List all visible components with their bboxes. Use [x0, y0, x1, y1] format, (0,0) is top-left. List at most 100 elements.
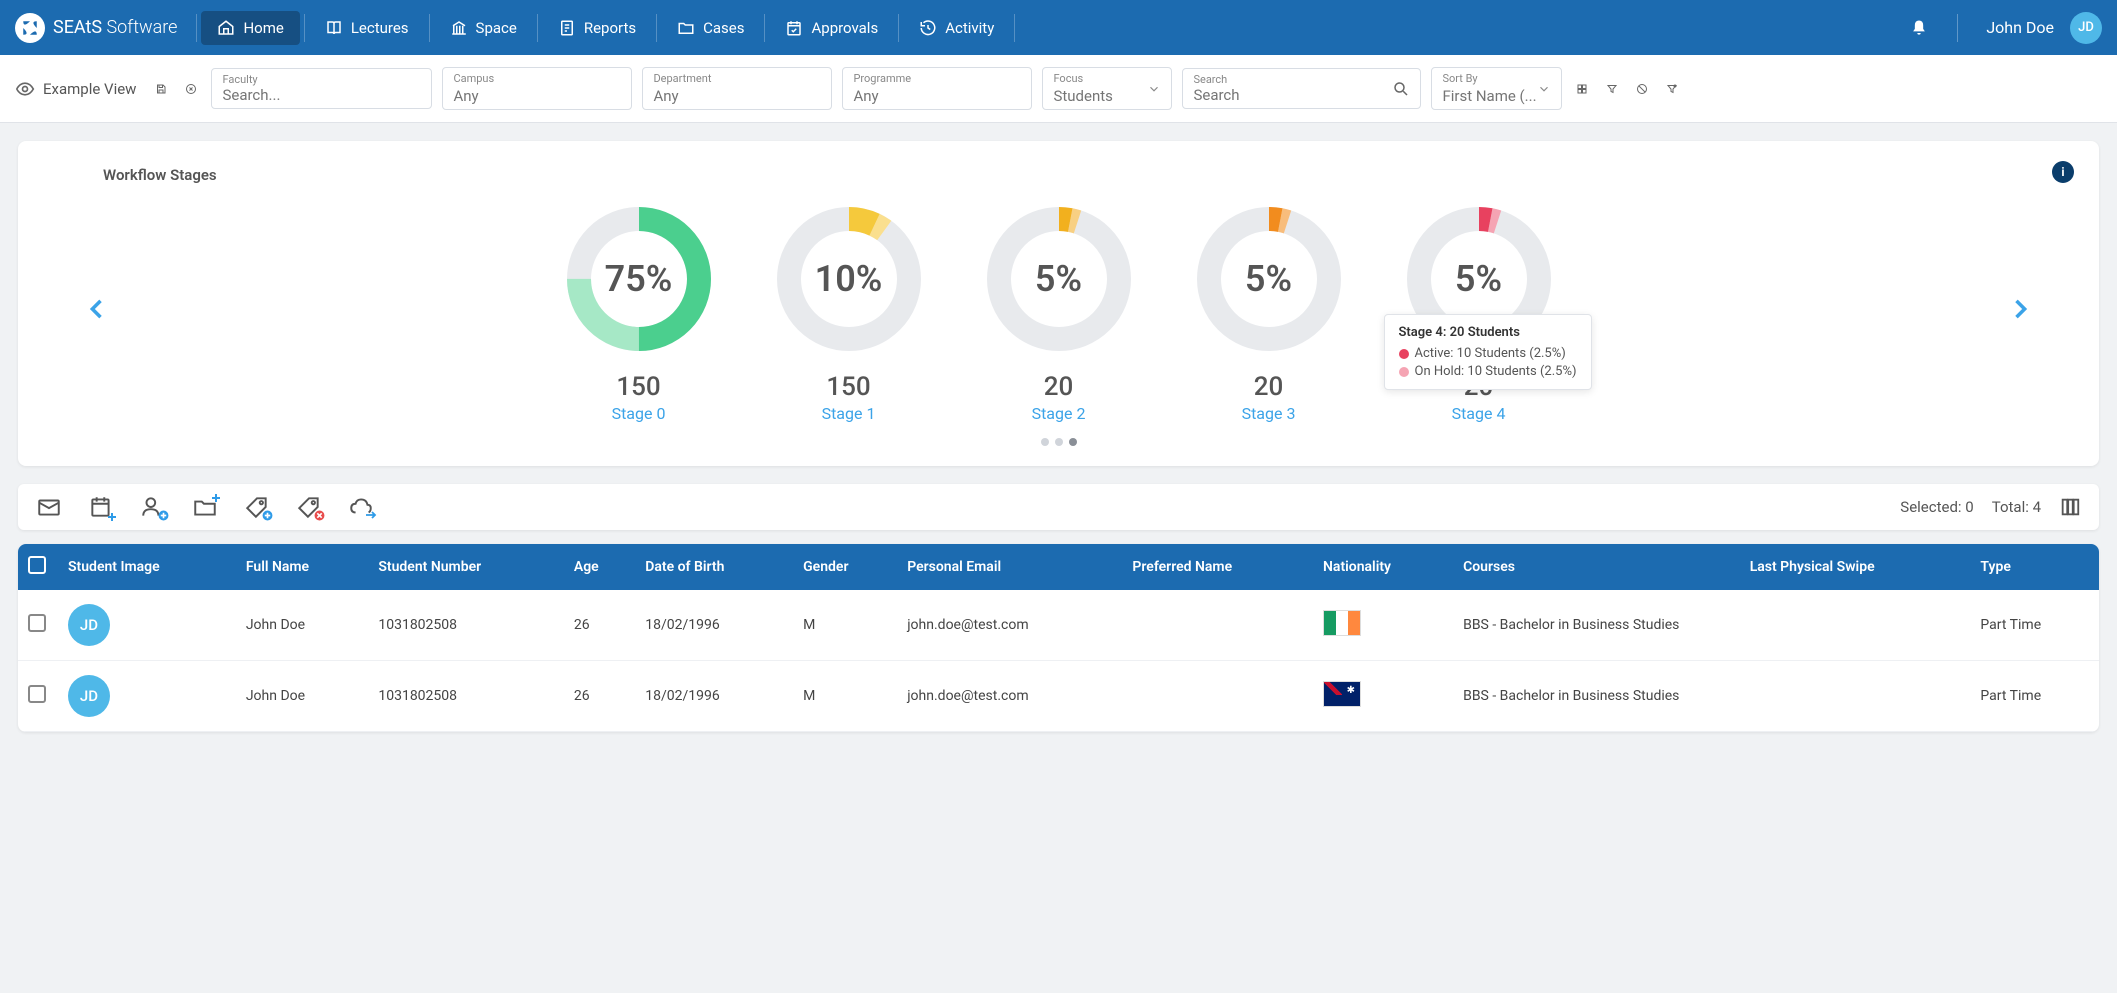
main-nav: Home Lectures Space Reports Cases Approv… — [201, 11, 1019, 45]
cell-type: Part Time — [1970, 661, 2099, 732]
cell-nationality — [1313, 661, 1453, 732]
search-input[interactable] — [1193, 86, 1392, 104]
stage-0[interactable]: 75% 150 Stage 0 — [554, 194, 724, 423]
col-header[interactable]: Age — [564, 544, 635, 590]
cell-type: Part Time — [1970, 590, 2099, 661]
grid-icon[interactable] — [1572, 79, 1592, 99]
cell-pref — [1122, 590, 1313, 661]
calendar-add-icon[interactable] — [88, 494, 114, 520]
student-avatar: JD — [68, 675, 110, 717]
department-filter[interactable]: Department Any — [642, 67, 832, 110]
tag-remove-icon[interactable] — [296, 494, 322, 520]
user-avatar[interactable]: JD — [2070, 12, 2102, 44]
cell-nationality — [1313, 590, 1453, 661]
col-header[interactable]: Nationality — [1313, 544, 1453, 590]
filter-bar: Example View Faculty Campus Any Departme… — [0, 55, 2117, 123]
nav-cases[interactable]: Cases — [661, 11, 760, 45]
stage-count: 20 — [1254, 372, 1284, 402]
stage-percent: 5% — [1184, 194, 1354, 364]
cell-swipe — [1740, 661, 1971, 732]
nav-activity[interactable]: Activity — [903, 11, 1010, 45]
faculty-input[interactable] — [222, 86, 421, 104]
cell-number: 1031802508 — [368, 661, 564, 732]
prev-arrow[interactable] — [78, 288, 116, 330]
faculty-filter[interactable]: Faculty — [211, 68, 432, 109]
col-header[interactable]: Gender — [793, 544, 897, 590]
info-icon[interactable]: i — [2052, 161, 2074, 183]
stage-count: 150 — [826, 372, 870, 402]
cell-email: john.doe@test.com — [897, 590, 1122, 661]
col-header[interactable]: Type — [1970, 544, 2099, 590]
cell-name: John Doe — [236, 661, 369, 732]
col-header[interactable]: Last Physical Swipe — [1740, 544, 1971, 590]
folder-icon — [677, 19, 695, 37]
cell-pref — [1122, 661, 1313, 732]
columns-icon[interactable] — [2059, 496, 2081, 518]
top-nav: SEAtS Software Home Lectures Space Repor… — [0, 0, 2117, 55]
row-checkbox[interactable] — [28, 685, 46, 703]
col-header[interactable]: Date of Birth — [635, 544, 793, 590]
stage-percent: 75% — [554, 194, 724, 364]
select-all-checkbox[interactable] — [28, 556, 46, 574]
flag-icon — [1323, 681, 1361, 707]
cell-dob: 18/02/1996 — [635, 661, 793, 732]
col-header[interactable]: Student Image — [58, 544, 236, 590]
sort-filter[interactable]: Sort By First Name (... — [1431, 67, 1561, 110]
nav-space[interactable]: Space — [434, 11, 533, 45]
stage-tooltip: Stage 4: 20 Students Active: 10 Students… — [1384, 314, 1592, 390]
save-icon[interactable] — [151, 79, 171, 99]
stage-name[interactable]: Stage 3 — [1242, 404, 1296, 423]
action-toolbar: Selected: 0 Total: 4 — [18, 484, 2099, 530]
stage-4[interactable]: 5% 20 Stage 4 Stage 4: 20 Students Activ… — [1394, 194, 1564, 423]
stage-3[interactable]: 5% 20 Stage 3 — [1184, 194, 1354, 423]
nav-home[interactable]: Home — [201, 11, 299, 45]
stage-name[interactable]: Stage 0 — [612, 404, 666, 423]
cell-gender: M — [793, 661, 897, 732]
stage-count: 20 — [1044, 372, 1074, 402]
focus-filter[interactable]: Focus Students — [1042, 67, 1172, 110]
clear-icon[interactable] — [181, 79, 201, 99]
nav-lectures[interactable]: Lectures — [309, 11, 425, 45]
table-row[interactable]: JD John Doe 1031802508 26 18/02/1996 M j… — [18, 661, 2099, 732]
col-header[interactable]: Preferred Name — [1122, 544, 1313, 590]
bell-icon[interactable] — [1909, 18, 1929, 38]
folder-add-icon[interactable] — [192, 494, 218, 520]
next-arrow[interactable] — [2001, 288, 2039, 330]
filter-icon[interactable] — [1602, 79, 1622, 99]
student-avatar: JD — [68, 604, 110, 646]
history-icon — [919, 19, 937, 37]
cloud-export-icon[interactable] — [348, 494, 374, 520]
search-filter[interactable]: Search — [1182, 68, 1421, 109]
stage-1[interactable]: 10% 150 Stage 1 — [764, 194, 934, 423]
filter-settings-icon[interactable] — [1662, 79, 1682, 99]
tag-add-icon[interactable] — [244, 494, 270, 520]
user-add-icon[interactable] — [140, 494, 166, 520]
workflow-title: Workflow Stages — [78, 166, 2039, 184]
row-checkbox[interactable] — [28, 614, 46, 632]
eye-icon — [15, 79, 35, 99]
chevron-down-icon — [1147, 82, 1161, 96]
col-header[interactable]: Courses — [1453, 544, 1740, 590]
home-icon — [217, 19, 235, 37]
stage-name[interactable]: Stage 2 — [1032, 404, 1086, 423]
nav-approvals[interactable]: Approvals — [769, 11, 894, 45]
view-selector[interactable]: Example View — [15, 79, 136, 99]
col-header[interactable]: Personal Email — [897, 544, 1122, 590]
col-header[interactable]: Full Name — [236, 544, 369, 590]
book-icon — [325, 19, 343, 37]
stage-name[interactable]: Stage 1 — [822, 404, 876, 423]
logo-icon — [15, 13, 45, 43]
stage-2[interactable]: 5% 20 Stage 2 — [974, 194, 1144, 423]
stage-name[interactable]: Stage 4 — [1452, 404, 1506, 423]
campus-filter[interactable]: Campus Any — [442, 67, 632, 110]
table-row[interactable]: JD John Doe 1031802508 26 18/02/1996 M j… — [18, 590, 2099, 661]
carousel-dots[interactable] — [78, 438, 2039, 446]
brand-logo[interactable]: SEAtS Software — [15, 13, 177, 43]
nav-reports[interactable]: Reports — [542, 11, 652, 45]
cell-course: BBS - Bachelor in Business Studies — [1453, 590, 1740, 661]
user-name[interactable]: John Doe — [1986, 18, 2054, 37]
ban-icon[interactable] — [1632, 79, 1652, 99]
mail-icon[interactable] — [36, 494, 62, 520]
col-header[interactable]: Student Number — [368, 544, 564, 590]
programme-filter[interactable]: Programme Any — [842, 67, 1032, 110]
